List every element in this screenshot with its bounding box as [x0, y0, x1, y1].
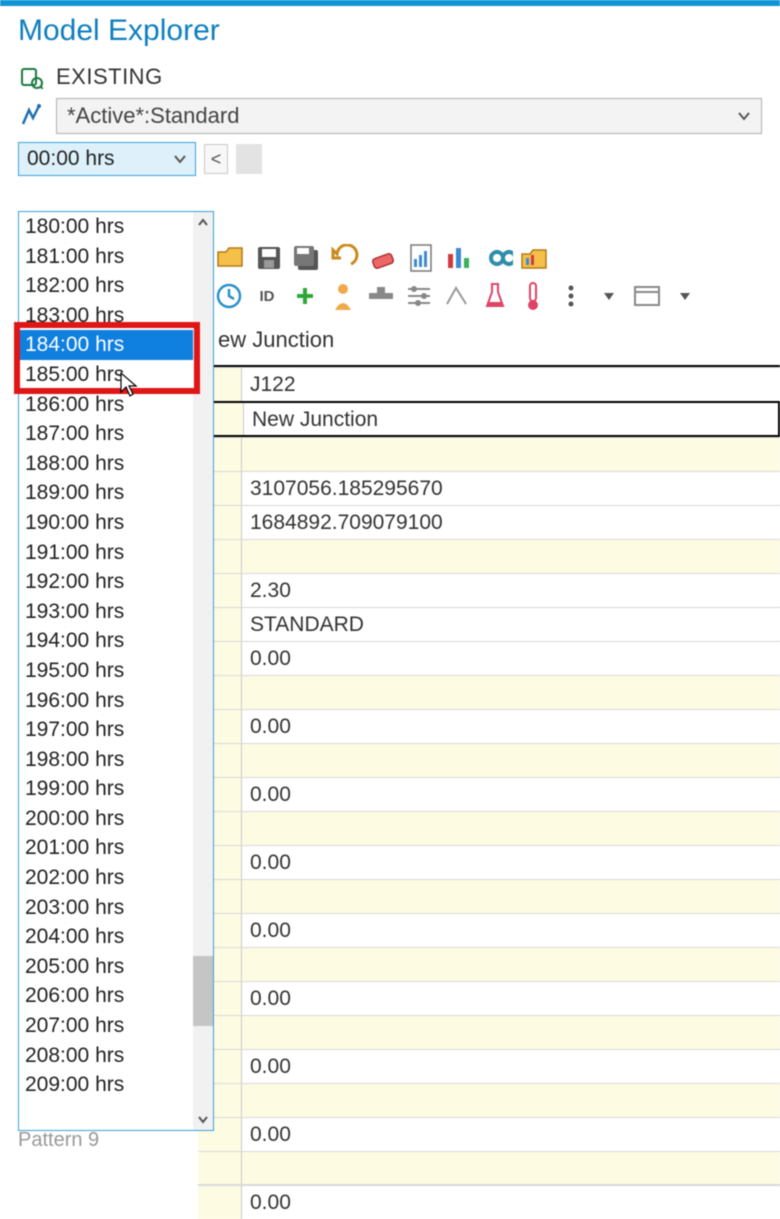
- time-combo-label: 00:00 hrs: [27, 147, 115, 171]
- time-option[interactable]: 208:00 hrs: [19, 1041, 193, 1071]
- prop-category: [242, 1016, 780, 1049]
- tab-label[interactable]: ew Junction: [198, 319, 780, 359]
- window-icon[interactable]: [630, 279, 664, 313]
- id-icon[interactable]: ID: [250, 279, 284, 313]
- time-option[interactable]: 183:00 hrs: [19, 301, 193, 331]
- menu-dots-icon[interactable]: [554, 279, 588, 313]
- dropdown-triangle-icon[interactable]: [592, 279, 626, 313]
- toolbar-row-1: [198, 235, 780, 277]
- time-option[interactable]: 196:00 hrs: [19, 686, 193, 716]
- time-option[interactable]: 195:00 hrs: [19, 656, 193, 686]
- alternative-combo-label: *Active*:Standard: [67, 103, 239, 129]
- time-combo[interactable]: 00:00 hrs: [18, 142, 196, 176]
- prop-category: [242, 676, 780, 709]
- time-option[interactable]: 203:00 hrs: [19, 893, 193, 923]
- scroll-up-icon[interactable]: [193, 212, 213, 234]
- prop-category: [242, 540, 780, 573]
- prop-category: [242, 1084, 780, 1117]
- footer-text: Pattern 9: [18, 1129, 99, 1152]
- prop-id-value[interactable]: J122: [242, 368, 780, 401]
- bars-icon[interactable]: [442, 241, 476, 275]
- prop-v1-value[interactable]: 2.30: [242, 574, 780, 607]
- prop-category: [242, 744, 780, 777]
- prop-p0-value[interactable]: 0.00: [242, 710, 780, 743]
- eraser-icon[interactable]: [366, 241, 400, 275]
- prop-p6-value[interactable]: 0.00: [242, 1118, 780, 1151]
- collapse-button[interactable]: <: [204, 144, 228, 174]
- time-option[interactable]: 205:00 hrs: [19, 952, 193, 982]
- time-option[interactable]: 191:00 hrs: [19, 538, 193, 568]
- time-option[interactable]: 209:00 hrs: [19, 1070, 193, 1100]
- time-option[interactable]: 181:00 hrs: [19, 242, 193, 272]
- scenario-label: EXISTING: [56, 64, 163, 90]
- prop-p3-value[interactable]: 0.00: [242, 914, 780, 947]
- time-option[interactable]: 199:00 hrs: [19, 774, 193, 804]
- chevron-down-icon: [737, 109, 751, 123]
- time-option[interactable]: 192:00 hrs: [19, 567, 193, 597]
- prop-v3-value[interactable]: 0.00: [242, 642, 780, 675]
- time-option[interactable]: 194:00 hrs: [19, 626, 193, 656]
- prop-category: [242, 812, 780, 845]
- time-option[interactable]: 207:00 hrs: [19, 1011, 193, 1041]
- time-option[interactable]: 198:00 hrs: [19, 745, 193, 775]
- save-all-icon[interactable]: [290, 241, 324, 275]
- report-icon[interactable]: [404, 241, 438, 275]
- prop-category: [242, 948, 780, 981]
- chart-folder-icon[interactable]: [518, 241, 552, 275]
- link-icon[interactable]: [480, 241, 514, 275]
- time-option[interactable]: 184:00 hrs: [19, 330, 193, 360]
- prop-category: [242, 438, 780, 471]
- prop-p2-value[interactable]: 0.00: [242, 846, 780, 879]
- horizontal-scroll-track[interactable]: [236, 144, 262, 174]
- routing-icon[interactable]: [440, 279, 474, 313]
- time-option[interactable]: 180:00 hrs: [19, 212, 193, 242]
- alternative-combo[interactable]: *Active*:Standard: [56, 98, 762, 134]
- time-option[interactable]: 185:00 hrs: [19, 360, 193, 390]
- folder-open-icon[interactable]: [214, 241, 248, 275]
- alternative-icon: [18, 103, 44, 129]
- scenario-icon: [18, 64, 44, 90]
- valve-icon[interactable]: [364, 279, 398, 313]
- time-dropdown[interactable]: 180:00 hrs181:00 hrs182:00 hrs183:00 hrs…: [18, 211, 214, 1131]
- prop-category: [242, 880, 780, 913]
- prop-y-value[interactable]: 1684892.709079100: [242, 506, 780, 539]
- time-option[interactable]: 187:00 hrs: [19, 419, 193, 449]
- flask-icon[interactable]: [478, 279, 512, 313]
- time-option[interactable]: 182:00 hrs: [19, 271, 193, 301]
- prop-p5-value[interactable]: 0.00: [242, 1050, 780, 1083]
- time-option[interactable]: 197:00 hrs: [19, 715, 193, 745]
- time-option[interactable]: 206:00 hrs: [19, 981, 193, 1011]
- dropdown-triangle-icon[interactable]: [668, 279, 702, 313]
- scroll-down-icon[interactable]: [193, 1108, 213, 1130]
- chevron-down-icon: [173, 152, 187, 166]
- time-option[interactable]: 200:00 hrs: [19, 804, 193, 834]
- settings-sliders-icon[interactable]: [402, 279, 436, 313]
- time-option[interactable]: 193:00 hrs: [19, 597, 193, 627]
- time-option[interactable]: 188:00 hrs: [19, 449, 193, 479]
- person-icon[interactable]: [326, 279, 360, 313]
- prop-p1-value[interactable]: 0.00: [242, 778, 780, 811]
- add-icon[interactable]: [288, 279, 322, 313]
- clock-icon[interactable]: [212, 279, 246, 313]
- prop-p7-value[interactable]: 0.00: [242, 1186, 780, 1219]
- panel-title: Model Explorer: [0, 6, 780, 62]
- save-icon[interactable]: [252, 241, 286, 275]
- property-grid: J122 New Junction 3107056.185295670 1684…: [198, 365, 780, 1219]
- time-option[interactable]: 202:00 hrs: [19, 863, 193, 893]
- scroll-thumb[interactable]: [193, 956, 213, 1026]
- prop-x-value[interactable]: 3107056.185295670: [242, 472, 780, 505]
- prop-category: [242, 1152, 780, 1184]
- toolbar-row-2: ID: [198, 277, 780, 319]
- time-option[interactable]: 190:00 hrs: [19, 508, 193, 538]
- time-option[interactable]: 186:00 hrs: [19, 390, 193, 420]
- time-option[interactable]: 189:00 hrs: [19, 478, 193, 508]
- prop-desc-value[interactable]: New Junction: [244, 403, 778, 435]
- time-option[interactable]: 204:00 hrs: [19, 922, 193, 952]
- thermometer-icon[interactable]: [516, 279, 550, 313]
- undo-icon[interactable]: [328, 241, 362, 275]
- dropdown-scrollbar[interactable]: [193, 212, 213, 1130]
- prop-v2-value[interactable]: STANDARD: [242, 608, 780, 641]
- prop-p4-value[interactable]: 0.00: [242, 982, 780, 1015]
- time-option[interactable]: 201:00 hrs: [19, 833, 193, 863]
